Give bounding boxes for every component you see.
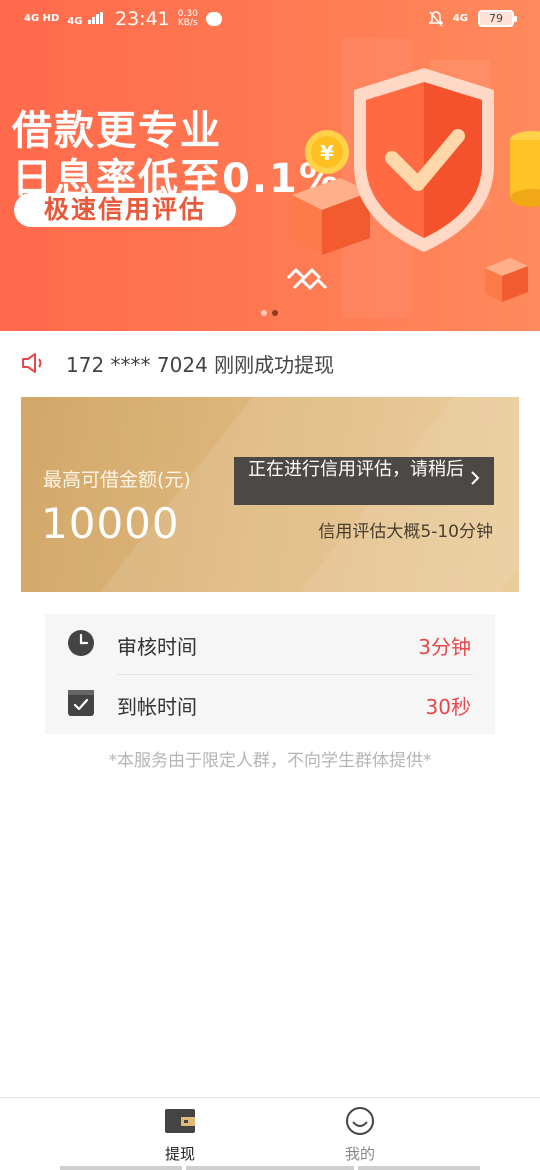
arrival-time-value: 30秒 — [425, 695, 471, 719]
signal-bars-icon — [87, 11, 103, 24]
mute-bell-icon — [428, 10, 443, 26]
credit-evaluation-button[interactable]: 正在进行信用评估，请稍后 — [234, 457, 494, 505]
notice-text: 172 **** 7024 刚刚成功提现 — [66, 353, 335, 377]
review-time-value: 3分钟 — [418, 635, 471, 659]
coin-icon: ¥ — [305, 130, 349, 174]
loan-amount-card: 最高可借金额(元) 10000 正在进行信用评估，请稍后 信用评估大概5-10分… — [21, 397, 519, 592]
review-time-label: 审核时间 — [117, 635, 197, 659]
signal-4g-right: 4G — [452, 12, 468, 24]
battery-icon: 79 — [478, 10, 517, 27]
gesture-bar — [60, 1166, 480, 1170]
nav-tab-withdraw-label: 提现 — [164, 1145, 195, 1163]
chevron-right-icon — [471, 471, 480, 485]
promo-banner[interactable]: 借款更专业 日息率低至0.1% 极速信用评估 ¥ — [0, 0, 540, 331]
nav-tab-mine[interactable]: 我的 — [320, 1106, 400, 1164]
pagination-dot-active — [272, 310, 278, 316]
banner-pagination — [261, 310, 278, 316]
clock-icon — [68, 630, 94, 656]
status-bar: 4G HD 4G 23:41 0.30 KB/s 4G 79 — [0, 0, 540, 40]
checkbox-icon — [68, 690, 94, 716]
svg-text:¥: ¥ — [320, 141, 334, 165]
max-amount-value: 10000 — [41, 499, 180, 548]
withdraw-notice: 172 **** 7024 刚刚成功提现 — [0, 331, 540, 393]
arrival-time-row: 到帐时间 30秒 — [45, 674, 495, 734]
bottom-navigation: 提现 我的 — [0, 1097, 540, 1170]
wallet-icon — [165, 1109, 195, 1133]
shield-illustration: ¥ — [286, 38, 540, 318]
evaluation-button-label: 正在进行信用评估，请稍后 — [248, 459, 464, 480]
pagination-dot — [261, 310, 267, 316]
nav-tab-withdraw[interactable]: 提现 — [140, 1106, 220, 1164]
review-time-row: 审核时间 3分钟 — [45, 614, 495, 674]
banner-pill-label: 极速信用评估 — [14, 193, 236, 227]
nav-tab-mine-label: 我的 — [344, 1145, 375, 1163]
signal-4g: 4G — [67, 11, 103, 27]
smiley-icon — [346, 1107, 374, 1135]
network-speed: 0.30 KB/s — [177, 9, 198, 28]
timing-info-panel: 审核时间 3分钟 到帐时间 30秒 — [45, 614, 495, 734]
arrival-time-label: 到帐时间 — [117, 695, 197, 719]
clock-time: 23:41 — [114, 8, 170, 30]
disclaimer-text: *本服务由于限定人群，不向学生群体提供* — [108, 751, 432, 771]
speaker-icon — [22, 353, 42, 373]
max-amount-label: 最高可借金额(元) — [43, 469, 191, 491]
chat-icon — [205, 12, 222, 26]
evaluation-duration-note: 信用评估大概5-10分钟 — [318, 522, 493, 542]
signal-4g-hd: 4G HD — [24, 13, 60, 24]
